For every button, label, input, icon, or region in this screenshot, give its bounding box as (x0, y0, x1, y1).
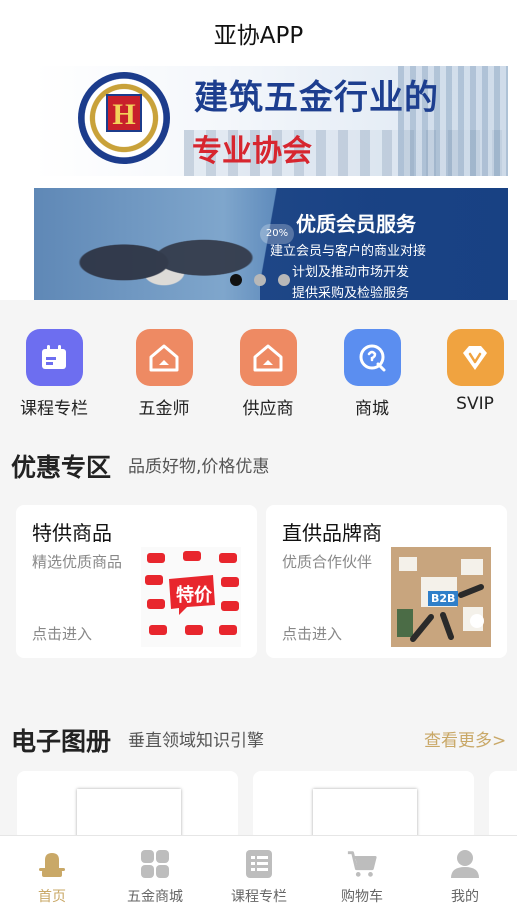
diamond-icon (446, 329, 504, 386)
view-more-link[interactable]: 查看更多> (424, 726, 506, 751)
album-cover (77, 789, 181, 841)
promo-section-subtitle: 品质好物,价格优惠 (128, 457, 270, 477)
menu-label: 五金师 (138, 399, 190, 419)
menu-label: 商城 (355, 399, 389, 419)
banner-line: 计划及推动市场开发 (292, 265, 410, 280)
calendar-icon (25, 329, 83, 386)
menu-label: SVIP (456, 394, 494, 414)
logo-letter: H (106, 94, 142, 132)
tab-home[interactable]: 首页 (0, 836, 104, 904)
carousel-dot[interactable] (278, 274, 290, 286)
bottom-tab-bar: 首页 五金商城 课程专栏 购物车 我的 (0, 835, 517, 904)
association-logo: H (78, 72, 170, 164)
tab-cart[interactable]: 购物车 (310, 836, 414, 904)
promo-card-special-goods[interactable]: 特供商品 精选优质商品 点击进入 特价 (16, 505, 257, 658)
banner-line: 提供采购及检验服务 (292, 286, 410, 300)
carousel-dot[interactable] (254, 274, 266, 286)
menu-label: 供应商 (242, 399, 294, 419)
banner-subtitle: 专业协会 (192, 135, 312, 168)
banner-association[interactable]: H 建筑五金行业的 专业协会 (34, 66, 508, 176)
house-icon (239, 329, 297, 386)
carousel-dots (230, 274, 290, 286)
album-card[interactable] (17, 771, 238, 841)
tab-mine[interactable]: 我的 (413, 836, 517, 904)
menu-item-mall[interactable]: 商城 (327, 329, 417, 419)
menu-item-svip[interactable]: SVIP (430, 329, 517, 414)
card-title: 特供商品 (32, 521, 112, 545)
grid-icon (139, 848, 171, 880)
menu-label: 课程专栏 (20, 399, 88, 419)
cart-icon (346, 848, 378, 880)
card-subtitle: 精选优质商品 (32, 553, 123, 571)
banner-line: 建立会员与客户的商业对接 (270, 244, 427, 259)
search-icon (343, 329, 401, 386)
user-icon (449, 848, 481, 880)
card-subtitle: 优质合作伙伴 (282, 553, 373, 571)
album-card[interactable] (489, 771, 517, 841)
banner-carousel[interactable]: H 建筑五金行业的 专业协会 20% 优质会员服务 建立会员与客户的商业对接 计… (0, 66, 517, 300)
tab-label: 购物车 (341, 889, 383, 904)
album-cover (313, 789, 417, 841)
card-title: 直供品牌商 (282, 521, 382, 545)
card-enter-link[interactable]: 点击进入 (32, 623, 92, 644)
app-header: 亚协APP (0, 0, 517, 66)
albums-section-title: 电子图册 (11, 727, 112, 756)
banner-title: 建筑五金行业的 (194, 79, 439, 117)
house-icon (135, 329, 193, 386)
album-card[interactable] (253, 771, 474, 841)
tab-course[interactable]: 课程专栏 (207, 836, 311, 904)
b2b-label: B2B (428, 591, 459, 606)
list-icon (243, 848, 275, 880)
tab-label: 五金商城 (127, 889, 183, 904)
carousel-dot-active[interactable] (230, 274, 242, 286)
tab-hardware-mall[interactable]: 五金商城 (103, 836, 207, 904)
albums-section-subtitle: 垂直领域知识引擎 (128, 731, 264, 751)
tab-label: 课程专栏 (231, 889, 287, 904)
page-title: 亚协APP (213, 23, 304, 49)
quick-menu: 课程专栏 五金师 供应商 商城 SVIP (0, 300, 517, 430)
home-icon (36, 848, 68, 880)
promo-section-title: 优惠专区 (11, 453, 112, 482)
menu-item-course[interactable]: 课程专栏 (9, 329, 99, 419)
card-enter-link[interactable]: 点击进入 (282, 623, 342, 644)
promo-card-direct-brand[interactable]: 直供品牌商 优质合作伙伴 点击进入 B2B (266, 505, 507, 658)
tab-label: 我的 (451, 889, 479, 904)
menu-item-hardware-master[interactable]: 五金师 (119, 329, 209, 419)
special-price-label: 特价 (176, 585, 212, 606)
banner-title: 优质会员服务 (296, 214, 416, 236)
menu-item-supplier[interactable]: 供应商 (223, 329, 313, 419)
tab-label: 首页 (38, 889, 66, 904)
